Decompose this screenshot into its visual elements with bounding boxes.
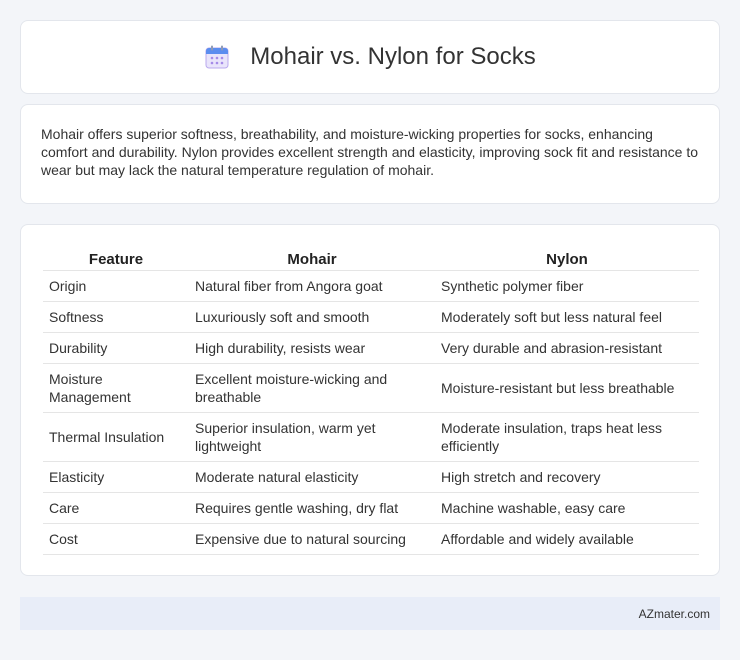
- mohair-cell: Expensive due to natural sourcing: [189, 524, 435, 555]
- mohair-cell: Natural fiber from Angora goat: [189, 271, 435, 302]
- table-row: Moisture Management Excellent moisture-w…: [43, 364, 699, 413]
- table-row: Care Requires gentle washing, dry flat M…: [43, 493, 699, 524]
- footer-site-name: AZmater.com: [638, 606, 710, 621]
- feature-cell: Origin: [43, 271, 189, 302]
- nylon-cell: Synthetic polymer fiber: [435, 271, 699, 302]
- mohair-cell: Moderate natural elasticity: [189, 462, 435, 493]
- nylon-cell: Affordable and widely available: [435, 524, 699, 555]
- table-header-row: Feature Mohair Nylon: [43, 245, 699, 271]
- nylon-cell: Very durable and abrasion-resistant: [435, 333, 699, 364]
- footer-bar: AZmater.com: [20, 597, 720, 630]
- table-row: Elasticity Moderate natural elasticity H…: [43, 462, 699, 493]
- feature-cell: Moisture Management: [43, 364, 189, 413]
- calendar-icon: [205, 45, 229, 69]
- nylon-cell: Moderately soft but less natural feel: [435, 302, 699, 333]
- feature-cell: Elasticity: [43, 462, 189, 493]
- page: Mohair vs. Nylon for Socks Mohair offers…: [0, 0, 740, 660]
- title-wrap: Mohair vs. Nylon for Socks: [204, 43, 536, 71]
- feature-cell: Durability: [43, 333, 189, 364]
- mohair-cell: High durability, resists wear: [189, 333, 435, 364]
- mohair-cell: Excellent moisture-wicking and breathabl…: [189, 364, 435, 413]
- table-row: Durability High durability, resists wear…: [43, 333, 699, 364]
- feature-cell: Care: [43, 493, 189, 524]
- mohair-cell: Requires gentle washing, dry flat: [189, 493, 435, 524]
- feature-cell: Softness: [43, 302, 189, 333]
- nylon-cell: Machine washable, easy care: [435, 493, 699, 524]
- nylon-cell: High stretch and recovery: [435, 462, 699, 493]
- mohair-cell: Luxuriously soft and smooth: [189, 302, 435, 333]
- mohair-cell: Superior insulation, warm yet lightweigh…: [189, 413, 435, 462]
- comparison-table: Feature Mohair Nylon Origin Natural fibe…: [43, 245, 699, 555]
- nylon-cell: Moderate insulation, traps heat less eff…: [435, 413, 699, 462]
- intro-paragraph: Mohair offers superior softness, breatha…: [41, 126, 699, 178]
- header-mohair: Mohair: [189, 245, 435, 271]
- page-title: Mohair vs. Nylon for Socks: [250, 43, 536, 70]
- table-row: Thermal Insulation Superior insulation, …: [43, 413, 699, 462]
- feature-cell: Cost: [43, 524, 189, 555]
- header-feature: Feature: [43, 245, 189, 271]
- feature-cell: Thermal Insulation: [43, 413, 189, 462]
- intro-card: Mohair offers superior softness, breatha…: [20, 104, 720, 204]
- table-row: Cost Expensive due to natural sourcing A…: [43, 524, 699, 555]
- comparison-card: Feature Mohair Nylon Origin Natural fibe…: [20, 224, 720, 576]
- nylon-cell: Moisture-resistant but less breathable: [435, 364, 699, 413]
- header-nylon: Nylon: [435, 245, 699, 271]
- table-row: Softness Luxuriously soft and smooth Mod…: [43, 302, 699, 333]
- title-card: Mohair vs. Nylon for Socks: [20, 20, 720, 94]
- table-row: Origin Natural fiber from Angora goat Sy…: [43, 271, 699, 302]
